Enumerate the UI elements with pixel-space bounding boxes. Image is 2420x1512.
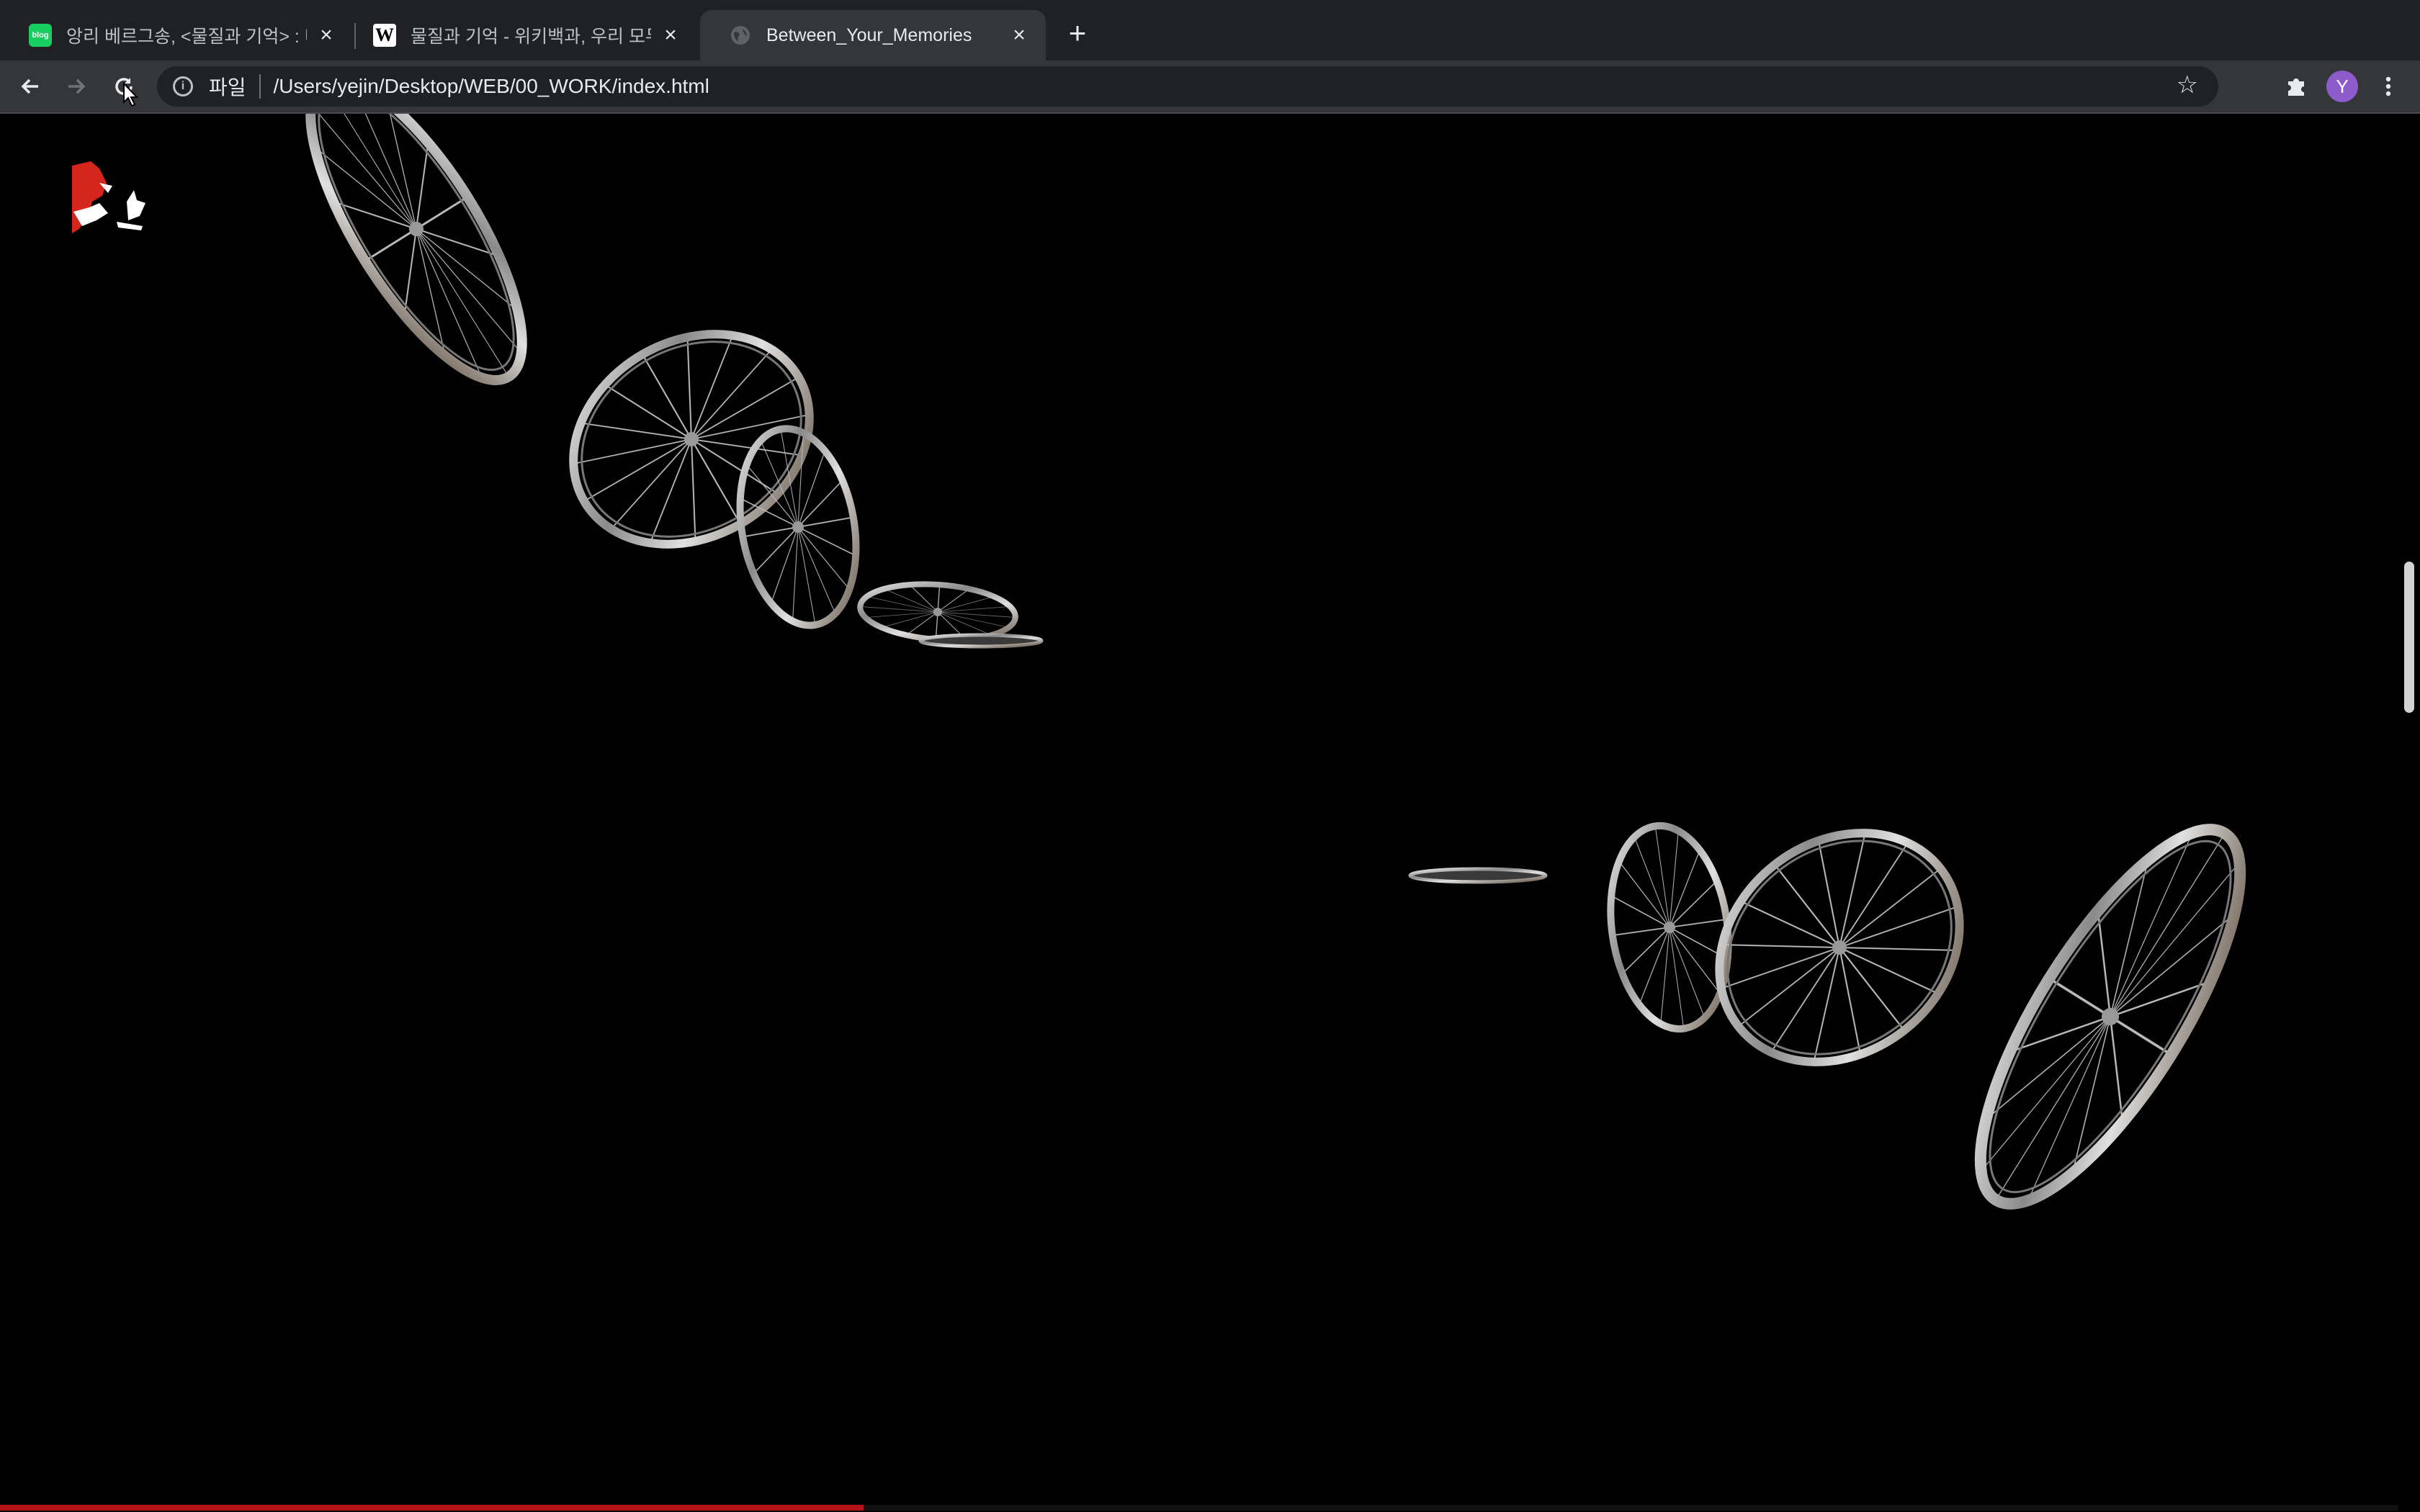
wheel-7 [1607,822,1732,1033]
scrollbar-thumb[interactable] [2404,562,2414,713]
wheel-1 [305,114,527,385]
wikipedia-icon: W [373,24,396,47]
close-icon[interactable]: × [314,23,339,48]
file-scheme-label: 파일 [209,76,246,99]
url-text[interactable]: /Users/yejin/Desktop/WEB/00_WORK/index.h… [274,75,709,98]
mouse-cursor-icon [123,82,139,107]
plus-icon[interactable]: + [1062,16,1093,50]
tab-bergson-blog[interactable]: blog 앙리 베르그송, <물질과 기억> : 네이 × [0,10,353,60]
tab-between-your-memories[interactable]: Between_Your_Memories × [700,10,1046,60]
globe-icon [729,24,752,47]
tab-title: Between_Your_Memories [766,24,972,45]
wheel-9 [1974,824,2246,1210]
wheel-6 [1408,867,1548,884]
close-icon[interactable]: × [1007,23,1031,48]
page-viewport [0,114,2398,1512]
omnibox-divider [259,74,261,99]
tab-strip: blog 앙리 베르그송, <물질과 기억> : 네이 × W 물질과 기억 -… [0,0,2420,60]
info-icon[interactable]: i [173,76,193,96]
profile-avatar[interactable]: Y [2326,71,2358,102]
tab-title: 물질과 기억 - 위키백과, 우리 모두의 [411,27,651,47]
back-arrow-icon[interactable] [14,71,46,102]
bookmark-star-icon[interactable]: ☆ [2177,71,2198,99]
scroll-progress-bar [0,1505,2398,1511]
browser-toolbar: i 파일 /Users/yejin/Desktop/WEB/00_WORK/in… [0,60,2420,112]
wheels-artwork [305,114,2246,1210]
wheel-8 [1715,829,1964,1066]
tab-wikipedia[interactable]: W 물질과 기억 - 위키백과, 우리 모두의 × [344,10,697,60]
forward-arrow-icon[interactable] [60,71,92,102]
address-bar[interactable]: i 파일 /Users/yejin/Desktop/WEB/00_WORK/in… [157,66,2218,107]
extensions-puzzle-icon[interactable] [2280,71,2312,102]
naver-blog-icon: blog [29,24,52,47]
scroll-progress-fill [0,1505,864,1511]
more-menu-icon[interactable] [2372,71,2404,102]
wheel-5 [918,633,1044,649]
close-icon[interactable]: × [658,23,683,48]
scrollbar-track[interactable] [2398,114,2420,1512]
tab-title: 앙리 베르그송, <물질과 기억> : 네이 [66,27,307,47]
